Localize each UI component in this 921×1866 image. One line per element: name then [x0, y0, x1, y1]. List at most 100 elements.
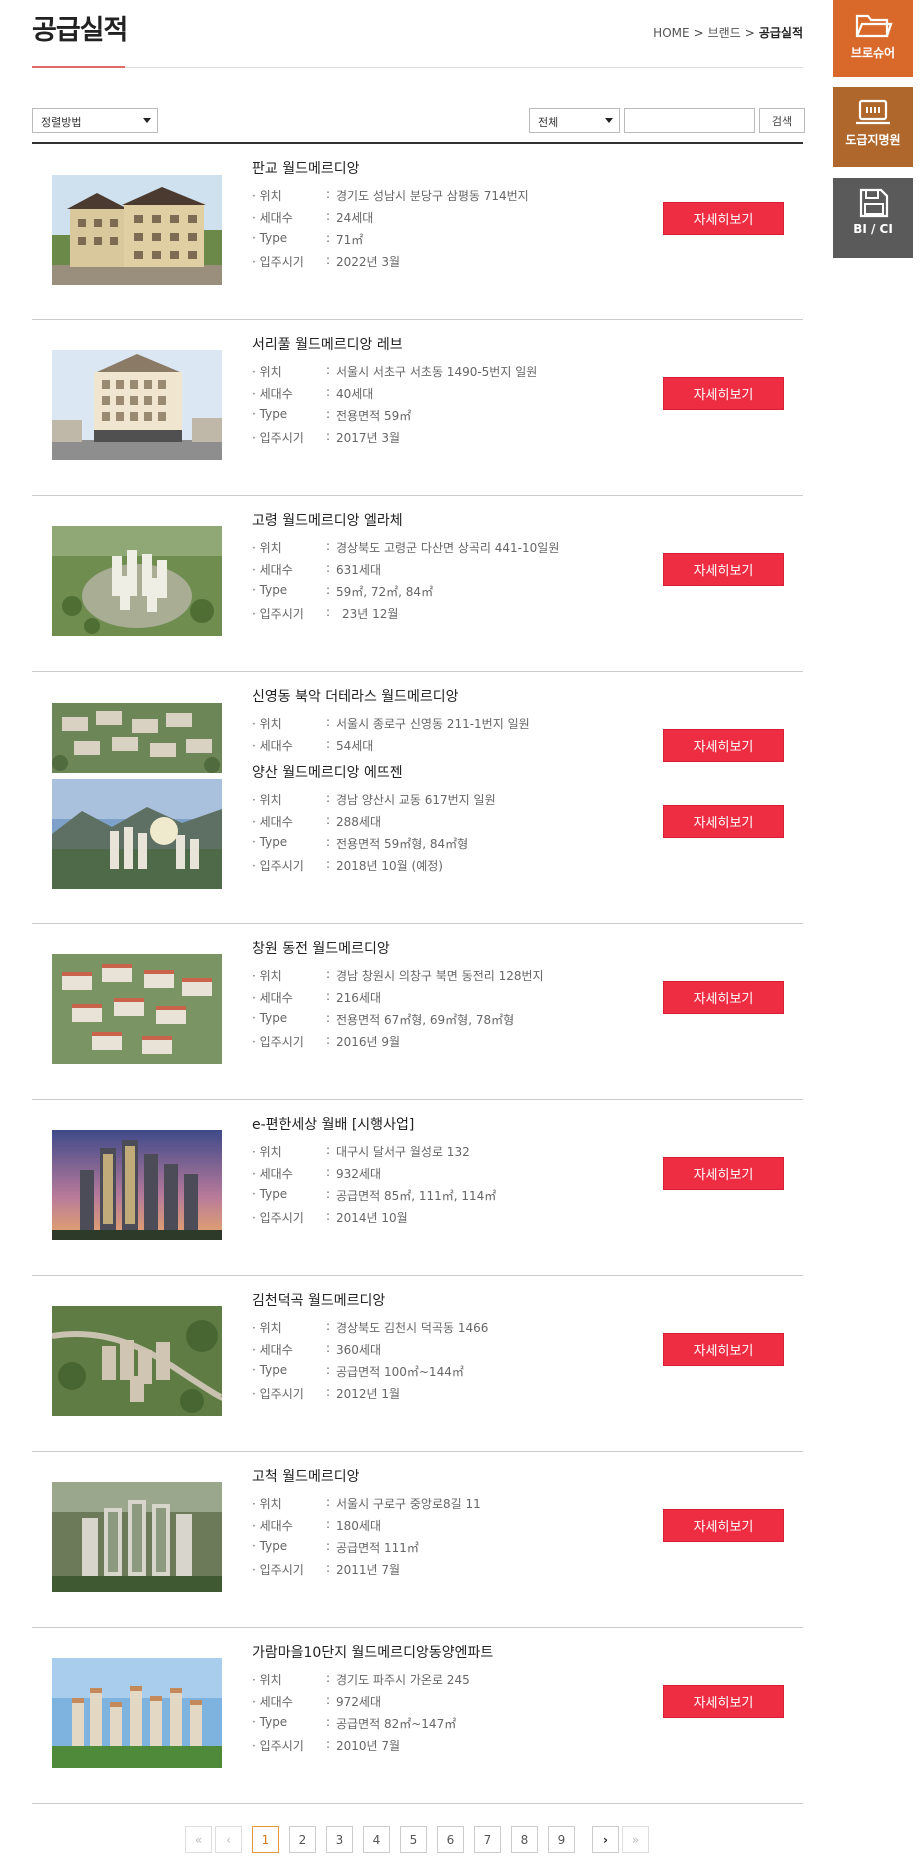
quick-bici-button[interactable]: BI / CI — [833, 178, 913, 258]
info-value: 서울시 종로구 신영동 211-1번지 일원 — [336, 717, 530, 731]
breadcrumb-home[interactable]: HOME — [653, 26, 689, 40]
info-label: · 위치 — [252, 793, 282, 807]
info-value: 288세대 — [336, 815, 381, 829]
info-label: · 위치 — [252, 1145, 282, 1159]
search-input[interactable] — [624, 108, 755, 133]
info-label: · 입주시기 — [252, 1211, 304, 1225]
info-value: 24세대 — [336, 211, 374, 225]
next-page-button[interactable]: › — [592, 1826, 619, 1853]
info-label: · 위치 — [252, 365, 282, 379]
detail-button[interactable]: 자세히보기 — [663, 202, 784, 235]
page-button-2[interactable]: 2 — [289, 1826, 316, 1853]
detail-button[interactable]: 자세히보기 — [663, 1157, 784, 1190]
breadcrumb-brand[interactable]: 브랜드 — [708, 26, 741, 40]
info-colon: : — [326, 1671, 331, 1685]
list-item: 서리풀 월드메르디앙 레브 · 위치: 서울시 서초구 서초동 1490-5번지 … — [32, 320, 803, 496]
info-label: · 세대수 — [252, 739, 293, 753]
page-button-5[interactable]: 5 — [400, 1826, 427, 1853]
info-colon: : — [326, 857, 331, 871]
list-item: 고령 월드메르디앙 엘라체 · 위치: 경상북도 고령군 다산면 상곡리 441-… — [32, 496, 803, 672]
page-button-6[interactable]: 6 — [437, 1826, 464, 1853]
detail-button[interactable]: 자세히보기 — [663, 553, 784, 586]
info-colon: : — [326, 407, 331, 421]
page-button-7[interactable]: 7 — [474, 1826, 501, 1853]
quick-directory-button[interactable]: 도급지명원 — [833, 87, 913, 167]
first-page-button[interactable]: « — [185, 1826, 212, 1853]
info-colon: : — [326, 1363, 331, 1377]
info-label: · 세대수 — [252, 1695, 293, 1709]
project-title: 가람마을10단지 월드메르디앙동양엔파트 — [252, 1645, 494, 1661]
detail-button[interactable]: 자세히보기 — [663, 1685, 784, 1718]
info-value: 2011년 7월 — [336, 1563, 401, 1577]
detail-button[interactable]: 자세히보기 — [663, 729, 784, 762]
info-value: 23년 12월 — [342, 607, 399, 621]
page-button-9[interactable]: 9 — [548, 1826, 575, 1853]
chevron-down-icon — [605, 118, 613, 123]
info-value: 2017년 3월 — [336, 431, 401, 445]
last-page-button[interactable]: » — [622, 1826, 649, 1853]
info-colon: : — [326, 1561, 331, 1575]
info-label: · 세대수 — [252, 1519, 293, 1533]
detail-button[interactable]: 자세히보기 — [663, 377, 784, 410]
project-title: 양산 월드메르디앙 에뜨젠 — [252, 765, 403, 781]
info-label: · Type — [252, 583, 288, 597]
info-label: · 입주시기 — [252, 1035, 304, 1049]
info-value: 2010년 7월 — [336, 1739, 401, 1753]
laptop-icon — [856, 99, 890, 125]
category-select-value: 전체 — [538, 116, 559, 129]
info-colon: : — [326, 1187, 331, 1201]
info-colon: : — [326, 253, 331, 267]
info-value: 경상북도 고령군 다산면 상곡리 441-10일원 — [336, 541, 560, 555]
list-item: 창원 동전 월드메르디앙 · 위치: 경남 창원시 의창구 북면 동전리 128번… — [32, 924, 803, 1100]
info-value: 216세대 — [336, 991, 381, 1005]
info-label: · 위치 — [252, 189, 282, 203]
info-colon: : — [326, 231, 331, 245]
sort-select[interactable]: 정렬방법 — [32, 108, 158, 133]
prev-page-button[interactable]: ‹ — [215, 1826, 242, 1853]
page-button-4[interactable]: 4 — [363, 1826, 390, 1853]
pagination: « ‹ 1 2 3 4 5 6 7 8 9 › » — [32, 1826, 803, 1853]
detail-button[interactable]: 자세히보기 — [663, 1509, 784, 1542]
search-button[interactable]: 검색 — [759, 108, 805, 133]
info-colon: : — [326, 989, 331, 1003]
info-label: · 위치 — [252, 1321, 282, 1335]
page-button-1[interactable]: 1 — [252, 1826, 279, 1853]
info-value: 경남 양산시 교동 617번지 일원 — [336, 793, 496, 807]
detail-button[interactable]: 자세히보기 — [663, 1333, 784, 1366]
folder-icon — [855, 14, 893, 38]
info-label: · 입주시기 — [252, 431, 304, 445]
list-item: e-편한세상 월배 [시행사업] · 위치: 대구시 달서구 월성로 132 · … — [32, 1100, 803, 1276]
info-colon: : — [326, 835, 331, 849]
project-title: 창원 동전 월드메르디앙 — [252, 941, 390, 957]
info-value: 공급면적 82㎡~147㎡ — [336, 1717, 457, 1731]
project-thumbnail — [52, 703, 222, 773]
detail-button[interactable]: 자세히보기 — [663, 981, 784, 1014]
filter-bar: 정렬방법 전체 검색 — [32, 68, 805, 144]
info-label: · 위치 — [252, 1497, 282, 1511]
info-value: 631세대 — [336, 563, 381, 577]
page-button-8[interactable]: 8 — [511, 1826, 538, 1853]
category-select[interactable]: 전체 — [529, 108, 620, 133]
info-value: 180세대 — [336, 1519, 381, 1533]
list-item: 판교 월드메르디앙 · 위치: 경기도 성남시 분당구 삼평동 714번지 · 세… — [32, 144, 803, 320]
quick-bici-label: BI / CI — [853, 222, 893, 236]
info-colon: : — [326, 813, 331, 827]
info-value: 2012년 1월 — [336, 1387, 401, 1401]
info-label: · Type — [252, 1715, 288, 1729]
info-label: · Type — [252, 231, 288, 245]
info-colon: : — [326, 1165, 331, 1179]
info-label: · 위치 — [252, 717, 282, 731]
info-value: 2018년 10월 (예정) — [336, 859, 443, 873]
info-value: 경기도 파주시 가온로 245 — [336, 1673, 470, 1687]
breadcrumb-separator: > — [693, 26, 704, 40]
project-title: 김천덕곡 월드메르디앙 — [252, 1293, 386, 1309]
list-item: 김천덕곡 월드메르디앙 · 위치: 경상북도 김천시 덕곡동 1466 · 세대수… — [32, 1276, 803, 1452]
project-thumbnail — [52, 350, 222, 460]
info-value: 대구시 달서구 월성로 132 — [336, 1145, 470, 1159]
info-label: · Type — [252, 1187, 288, 1201]
detail-button[interactable]: 자세히보기 — [663, 805, 784, 838]
page-button-3[interactable]: 3 — [326, 1826, 353, 1853]
info-value: 전용면적 59㎡ — [336, 409, 412, 423]
quick-brochure-button[interactable]: 브로슈어 — [833, 0, 913, 77]
project-list: 판교 월드메르디앙 · 위치: 경기도 성남시 분당구 삼평동 714번지 · 세… — [32, 144, 803, 1804]
